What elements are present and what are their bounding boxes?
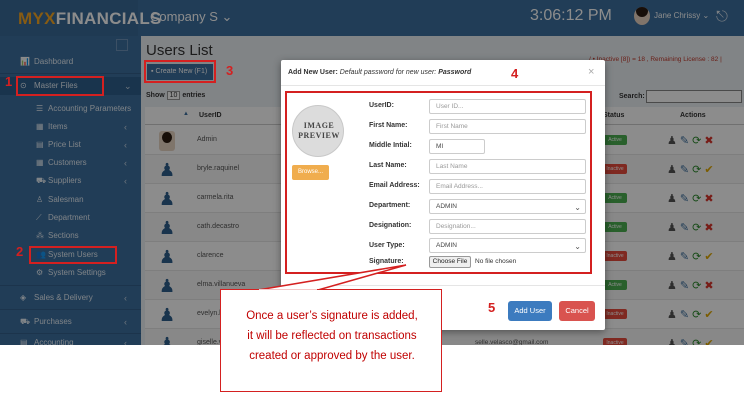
callout-arrow [257, 264, 407, 291]
signature-callout: Once a user’s signature is added, it wil… [220, 289, 442, 392]
callout-text: Once a user’s signature is added, it wil… [246, 310, 418, 362]
